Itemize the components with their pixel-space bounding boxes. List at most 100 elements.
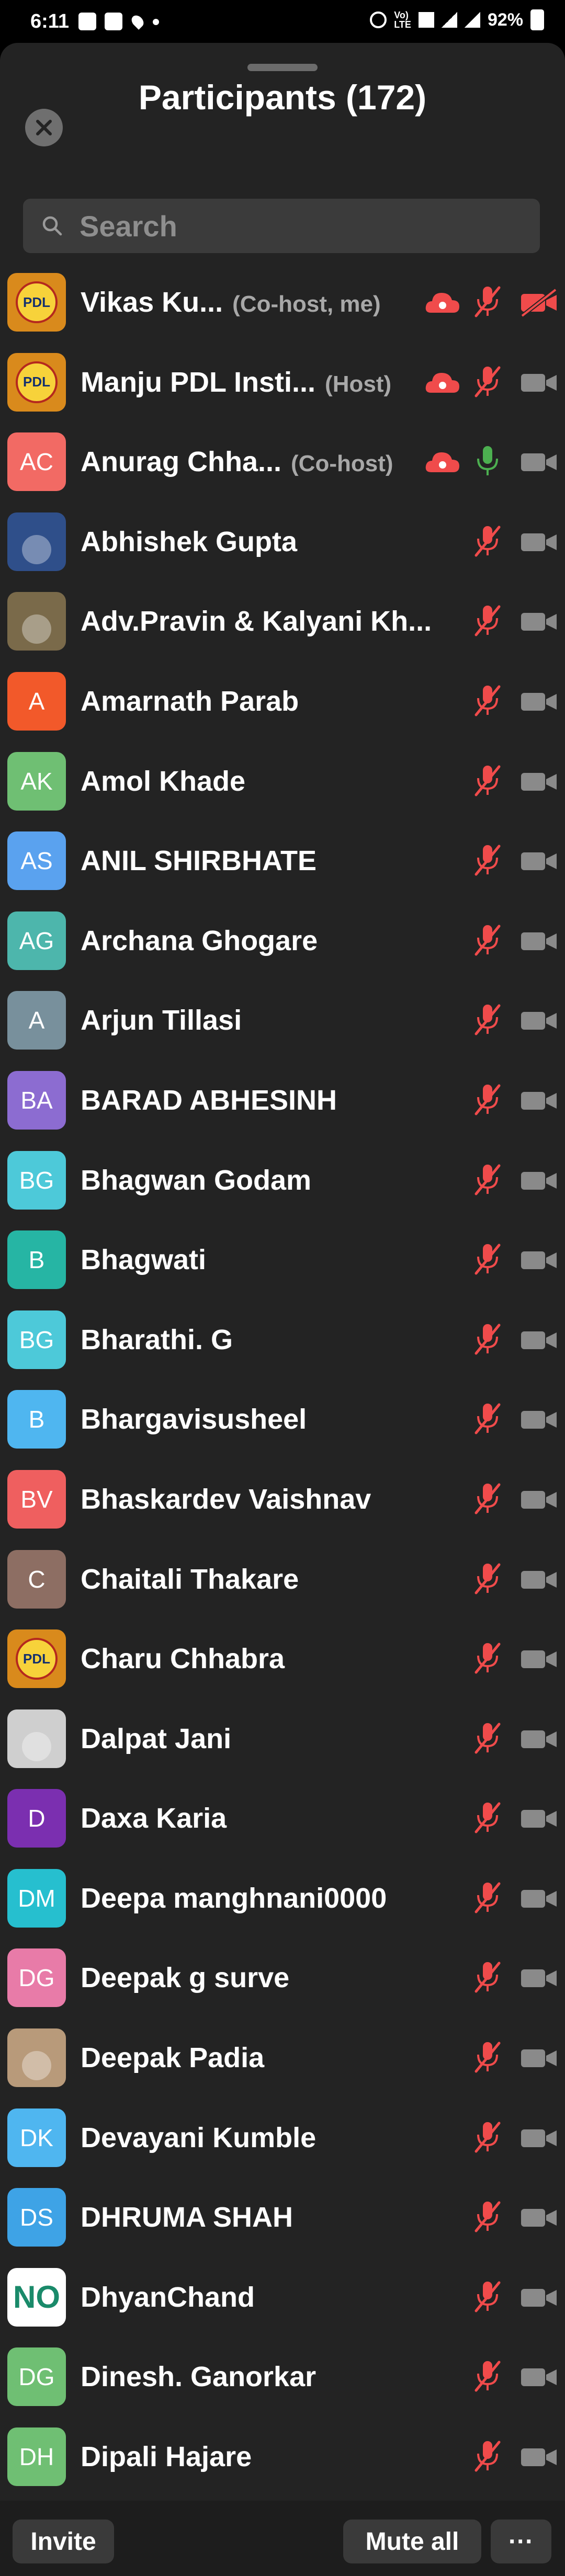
- participant-row[interactable]: AG Archana Ghogare: [0, 901, 565, 981]
- camera-icon[interactable]: [520, 1566, 558, 1594]
- camera-icon[interactable]: [520, 1964, 558, 1992]
- camera-icon[interactable]: [520, 369, 558, 397]
- camera-icon[interactable]: [520, 927, 558, 955]
- participant-row[interactable]: BG Bhagwan Godam: [0, 1141, 565, 1221]
- camera-icon[interactable]: [520, 1645, 558, 1673]
- participant-row[interactable]: Adv.Pravin & Kalyani Kh...: [0, 582, 565, 662]
- camera-icon[interactable]: [520, 688, 558, 716]
- mic-muted-icon[interactable]: [473, 1002, 502, 1037]
- search-input[interactable]: [78, 208, 530, 244]
- participant-row[interactable]: AS ANIL SHIRBHATE: [0, 821, 565, 901]
- mic-muted-icon[interactable]: [473, 524, 502, 558]
- camera-icon[interactable]: [520, 448, 558, 476]
- participant-row[interactable]: B Bhargavisusheel: [0, 1380, 565, 1460]
- mic-muted-icon[interactable]: [473, 1082, 502, 1117]
- mic-muted-icon[interactable]: [473, 2279, 502, 2314]
- participant-row[interactable]: Abhishek Gupta: [0, 502, 565, 582]
- participant-row[interactable]: DH Dipali Hajare: [0, 2417, 565, 2497]
- mic-muted-icon[interactable]: [473, 2359, 502, 2393]
- camera-icon[interactable]: [520, 1805, 558, 1833]
- camera-icon[interactable]: [520, 1885, 558, 1913]
- mic-muted-icon[interactable]: [473, 603, 502, 638]
- camera-icon[interactable]: [520, 768, 558, 796]
- participant-row[interactable]: DK Devayani Kumble: [0, 2098, 565, 2178]
- participant-row[interactable]: DM Deepa manghnani0000: [0, 1859, 565, 1939]
- mic-muted-icon[interactable]: [473, 1960, 502, 1994]
- camera-icon[interactable]: [520, 847, 558, 875]
- mic-muted-icon[interactable]: [473, 284, 502, 319]
- search-bar[interactable]: [23, 199, 540, 253]
- mic-muted-icon[interactable]: [473, 843, 502, 877]
- camera-icon[interactable]: [520, 1406, 558, 1434]
- mic-muted-icon[interactable]: [473, 1641, 502, 1675]
- mic-muted-icon[interactable]: [473, 1242, 502, 1276]
- avatar: DG: [7, 2347, 66, 2407]
- invite-button[interactable]: Invite: [13, 2520, 114, 2563]
- participant-name: Abhishek Gupta: [81, 526, 298, 557]
- mic-muted-icon[interactable]: [473, 1322, 502, 1357]
- mic-muted-icon[interactable]: [473, 2199, 502, 2234]
- camera-icon[interactable]: [520, 1087, 558, 1115]
- avatar: DS: [7, 2188, 66, 2247]
- mic-muted-icon[interactable]: [473, 1880, 502, 1915]
- participant-name-block: Dalpat Jani: [81, 1699, 231, 1779]
- camera-icon[interactable]: [520, 2363, 558, 2391]
- camera-icon[interactable]: [520, 1246, 558, 1274]
- mic-muted-icon[interactable]: [473, 683, 502, 718]
- mic-muted-icon[interactable]: [473, 1401, 502, 1436]
- mute-all-button[interactable]: Mute all: [343, 2520, 481, 2563]
- participant-row[interactable]: B Bhagwati: [0, 1220, 565, 1300]
- camera-icon[interactable]: [520, 1486, 558, 1514]
- participant-row[interactable]: BA BARAD ABHESINH: [0, 1061, 565, 1141]
- camera-icon[interactable]: [520, 528, 558, 556]
- close-button[interactable]: [25, 109, 63, 146]
- camera-icon[interactable]: [520, 2284, 558, 2312]
- mic-muted-icon[interactable]: [473, 923, 502, 958]
- camera-icon[interactable]: [520, 1007, 558, 1035]
- participant-row[interactable]: A Amarnath Parab: [0, 662, 565, 742]
- participant-row[interactable]: D Daxa Karia: [0, 1779, 565, 1859]
- participant-row[interactable]: BV Bhaskardev Vaishnav: [0, 1460, 565, 1540]
- mic-muted-icon[interactable]: [473, 2439, 502, 2474]
- avatar: [7, 512, 66, 571]
- mic-muted-icon[interactable]: [473, 2120, 502, 2155]
- participant-row[interactable]: A Arjun Tillasi: [0, 981, 565, 1061]
- participant-row[interactable]: PDL Charu Chhabra: [0, 1619, 565, 1699]
- mic-muted-icon[interactable]: [473, 2040, 502, 2075]
- camera-icon[interactable]: [520, 1326, 558, 1354]
- camera-icon[interactable]: [520, 608, 558, 636]
- drag-handle[interactable]: [247, 64, 318, 71]
- mic-muted-icon[interactable]: [473, 1481, 502, 1516]
- participant-row[interactable]: Dalpat Jani: [0, 1699, 565, 1779]
- participant-row[interactable]: AK Amol Khade: [0, 742, 565, 822]
- participant-row[interactable]: DG Dinesh. Ganorkar: [0, 2337, 565, 2417]
- participant-row[interactable]: C Chaitali Thakare: [0, 1540, 565, 1620]
- participant-name-block: Archana Ghogare: [81, 901, 318, 981]
- mic-muted-icon[interactable]: [473, 1721, 502, 1756]
- participant-list[interactable]: PDL Vikas Ku... (Co-host, me) PDL Manju PDL …: [0, 263, 565, 2497]
- participant-row[interactable]: PDL Manju PDL Insti... (Host): [0, 343, 565, 423]
- close-icon: [36, 120, 52, 135]
- participant-row[interactable]: DS DHRUMA SHAH: [0, 2178, 565, 2258]
- mic-on-icon[interactable]: [473, 444, 502, 478]
- camera-off-icon[interactable]: [520, 289, 558, 317]
- camera-icon[interactable]: [520, 2044, 558, 2072]
- more-options-button[interactable]: ···: [491, 2520, 551, 2563]
- participant-row[interactable]: NO DhyanChand: [0, 2258, 565, 2338]
- mic-muted-icon[interactable]: [473, 1162, 502, 1197]
- participant-row[interactable]: DG Deepak g surve: [0, 1938, 565, 2018]
- camera-icon[interactable]: [520, 1167, 558, 1195]
- mic-muted-icon[interactable]: [473, 763, 502, 798]
- participant-row[interactable]: PDL Vikas Ku... (Co-host, me): [0, 263, 565, 343]
- camera-icon[interactable]: [520, 2204, 558, 2232]
- mic-muted-icon[interactable]: [473, 1800, 502, 1835]
- participant-row[interactable]: Deepak Padia: [0, 2018, 565, 2098]
- mic-muted-icon[interactable]: [473, 364, 502, 399]
- camera-icon[interactable]: [520, 1725, 558, 1753]
- mic-muted-icon[interactable]: [473, 1561, 502, 1596]
- camera-icon[interactable]: [520, 2443, 558, 2471]
- participant-row[interactable]: AC Anurag Chha... (Co-host): [0, 422, 565, 502]
- camera-icon[interactable]: [520, 2124, 558, 2152]
- avatar: PDL: [7, 352, 66, 412]
- participant-row[interactable]: BG Bharathi. G: [0, 1300, 565, 1380]
